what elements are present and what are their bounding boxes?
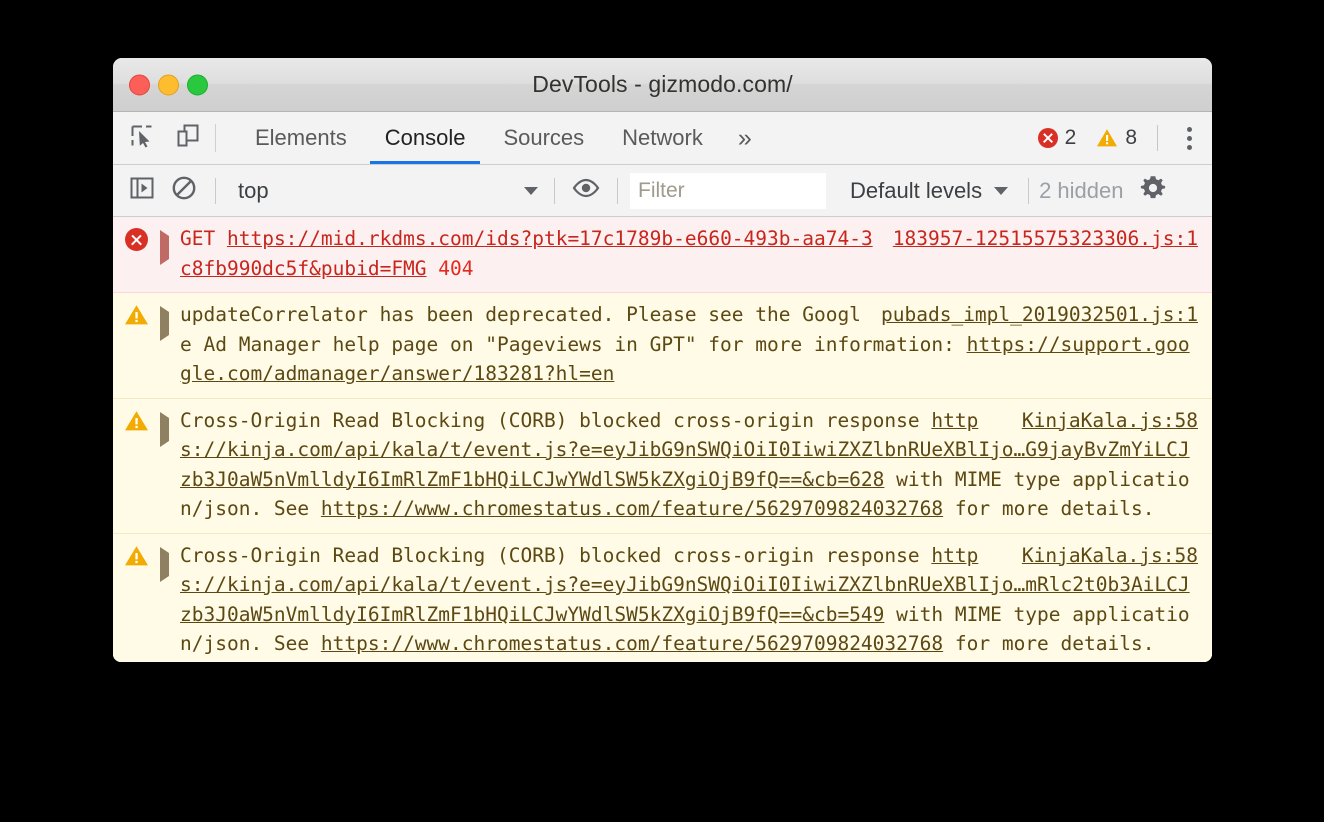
message-link-secondary[interactable]: https://www.chromestatus.com/feature/562… bbox=[321, 497, 943, 520]
zoom-window-button[interactable] bbox=[187, 74, 208, 95]
chevron-double-right-icon: » bbox=[737, 123, 752, 152]
chevron-right-icon bbox=[160, 411, 169, 447]
more-tabs-button[interactable]: » bbox=[722, 112, 768, 164]
console-message-warning[interactable]: KinjaKala.js:58 Cross-Origin Read Blockin… bbox=[113, 398, 1212, 534]
panel-tabs: Elements Console Sources Network » bbox=[236, 112, 768, 164]
console-message-warning[interactable]: KinjaKala.js:58 Cross-Origin Read Blockin… bbox=[113, 533, 1212, 662]
message-level-icon-wrap bbox=[113, 541, 160, 659]
live-expression-icon bbox=[572, 178, 600, 203]
console-settings-button[interactable] bbox=[1138, 173, 1168, 208]
console-sidebar-button[interactable] bbox=[121, 170, 163, 212]
kebab-menu-icon-dot3 bbox=[1186, 144, 1192, 150]
chevron-down-icon-levels bbox=[994, 186, 1009, 195]
devtools-tabbar: Elements Console Sources Network » 2 8 bbox=[113, 112, 1212, 165]
error-count-value: 2 bbox=[1064, 126, 1077, 149]
tab-elements[interactable]: Elements bbox=[236, 112, 366, 164]
chevron-down-icon bbox=[524, 186, 538, 195]
toolbar-divider-4 bbox=[1028, 177, 1030, 204]
request-verb: GET bbox=[180, 227, 216, 250]
tab-elements-label: Elements bbox=[255, 125, 347, 150]
kebab-menu-icon-dot2 bbox=[1186, 135, 1192, 141]
minimize-window-button[interactable] bbox=[158, 74, 179, 95]
tabbar-right-group: 2 8 bbox=[1034, 112, 1212, 164]
warning-count-value: 8 bbox=[1125, 126, 1137, 149]
message-source-link[interactable]: KinjaKala.js:58 bbox=[1022, 406, 1198, 436]
settings-gear-icon bbox=[1138, 173, 1168, 208]
tab-network[interactable]: Network bbox=[603, 112, 722, 164]
error-icon bbox=[1037, 128, 1058, 148]
status-code: 404 bbox=[438, 256, 474, 280]
error-icon bbox=[125, 228, 148, 251]
error-count-badge[interactable]: 2 bbox=[1034, 126, 1081, 150]
toolbar-divider-3 bbox=[617, 177, 618, 204]
expand-message-button[interactable] bbox=[160, 224, 178, 283]
clear-console-button[interactable] bbox=[163, 170, 205, 212]
message-source-link[interactable]: pubads_impl_2019032501.js:1 bbox=[881, 300, 1198, 330]
clear-console-icon bbox=[171, 175, 197, 206]
message-text-before: Cross-Origin Read Blocking (CORB) blocke… bbox=[180, 408, 932, 432]
message-text: 183957-12515575323306.js:1 GET https://mi… bbox=[180, 224, 1212, 283]
tab-console-label: Console bbox=[384, 125, 466, 150]
message-source-link[interactable]: KinjaKala.js:58 bbox=[1022, 541, 1198, 571]
log-levels-label: Default levels bbox=[850, 177, 983, 203]
message-text: KinjaKala.js:58 Cross-Origin Read Blockin… bbox=[180, 406, 1212, 524]
window-controls bbox=[129, 74, 208, 95]
message-text: KinjaKala.js:58 Cross-Origin Read Blockin… bbox=[180, 541, 1212, 659]
toolbar-divider bbox=[215, 124, 216, 152]
devtools-window: DevTools - gizmodo.com/ Elements Console… bbox=[113, 58, 1212, 662]
tabbar-divider bbox=[1157, 125, 1158, 151]
screen-root: DevTools - gizmodo.com/ Elements Console… bbox=[0, 0, 1324, 822]
message-level-icon-wrap bbox=[113, 300, 160, 389]
message-level-icon-wrap bbox=[113, 406, 160, 524]
request-url-link[interactable]: https://mid.rkdms.com/ids?ptk=17c1789b-e… bbox=[180, 227, 873, 280]
expand-message-button[interactable] bbox=[160, 300, 178, 389]
tab-sources-label: Sources bbox=[503, 125, 585, 150]
show-console-sidebar-icon bbox=[129, 176, 155, 205]
javascript-context-select[interactable]: top bbox=[226, 178, 544, 204]
toggle-device-toolbar-button[interactable] bbox=[165, 112, 211, 164]
message-level-icon-wrap bbox=[113, 224, 160, 283]
toolbar-divider-2 bbox=[554, 177, 555, 204]
window-titlebar: DevTools - gizmodo.com/ bbox=[113, 58, 1212, 112]
message-text-after: for more details. bbox=[943, 497, 1155, 520]
expand-message-button[interactable] bbox=[160, 541, 178, 659]
warning-icon bbox=[124, 304, 149, 326]
tab-sources[interactable]: Sources bbox=[484, 112, 603, 164]
filter-input[interactable] bbox=[630, 172, 826, 209]
live-expression-button[interactable] bbox=[565, 170, 607, 212]
tab-network-label: Network bbox=[622, 125, 703, 150]
main-menu-button[interactable] bbox=[1172, 126, 1206, 150]
console-message-error[interactable]: 183957-12515575323306.js:1 GET https://mi… bbox=[113, 217, 1212, 293]
message-text-before: Cross-Origin Read Blocking (CORB) blocke… bbox=[180, 543, 932, 567]
message-text: pubads_impl_2019032501.js:1 updateCorrela… bbox=[180, 300, 1212, 389]
close-window-button[interactable] bbox=[129, 74, 150, 95]
console-toolbar: top Default levels 2 hidden bbox=[113, 165, 1212, 217]
inspect-element-icon bbox=[129, 123, 155, 154]
warning-count-badge[interactable]: 8 bbox=[1092, 126, 1141, 150]
console-message-warning[interactable]: pubads_impl_2019032501.js:1 updateCorrela… bbox=[113, 293, 1212, 399]
inspect-element-button[interactable] bbox=[119, 112, 165, 164]
message-text-after: for more details. bbox=[943, 632, 1155, 655]
toolbar-divider-1 bbox=[215, 177, 216, 204]
warning-icon bbox=[124, 410, 149, 432]
javascript-context-value: top bbox=[238, 177, 269, 203]
message-source-link[interactable]: 183957-12515575323306.js:1 bbox=[893, 224, 1198, 254]
kebab-menu-icon bbox=[1186, 126, 1192, 132]
toggle-device-toolbar-icon bbox=[175, 123, 201, 154]
warning-icon bbox=[124, 545, 149, 567]
tab-console[interactable]: Console bbox=[366, 112, 485, 164]
console-message-list[interactable]: 183957-12515575323306.js:1 GET https://mi… bbox=[113, 217, 1212, 662]
chevron-right-icon bbox=[160, 306, 169, 341]
warning-icon bbox=[1096, 128, 1118, 148]
message-link-secondary[interactable]: https://www.chromestatus.com/feature/562… bbox=[321, 632, 943, 655]
log-levels-select[interactable]: Default levels bbox=[840, 178, 1018, 204]
message-text-before: updateCorrelator has been deprecated. Pl… bbox=[180, 303, 967, 356]
expand-message-button[interactable] bbox=[160, 406, 178, 524]
window-title: DevTools - gizmodo.com/ bbox=[532, 71, 793, 97]
hidden-messages-count: 2 hidden bbox=[1039, 177, 1124, 203]
chevron-right-icon bbox=[160, 230, 169, 265]
chevron-right-icon bbox=[160, 546, 169, 582]
